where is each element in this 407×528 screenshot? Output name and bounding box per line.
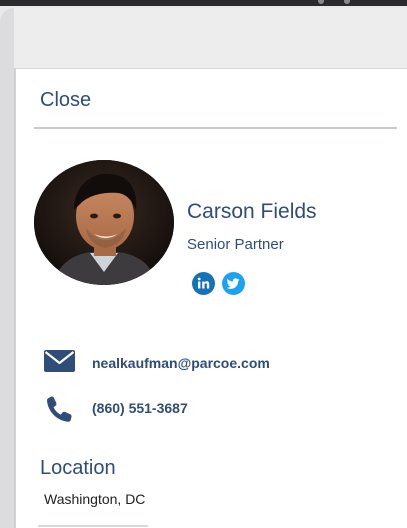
profile-panel: Close Carson Fields Senior Partner nealk… — [15, 68, 407, 528]
avatar — [34, 160, 174, 285]
phone-icon — [44, 395, 74, 428]
status-dot — [318, 0, 324, 4]
close-link[interactable]: Close — [40, 89, 91, 112]
person-title: Senior Partner — [187, 236, 284, 253]
linkedin-icon[interactable] — [192, 272, 215, 295]
divider — [38, 525, 148, 527]
phone-link[interactable]: (860) 551-3687 — [92, 400, 188, 416]
envelope-icon — [44, 350, 75, 377]
location-heading: Location — [40, 457, 116, 479]
status-dot — [344, 0, 350, 4]
email-link[interactable]: nealkaufman@parcoe.com — [92, 355, 270, 371]
top-status-bar — [0, 0, 407, 6]
location-value: Washington, DC — [44, 491, 146, 507]
person-name: Carson Fields — [187, 200, 317, 223]
person-photo — [34, 160, 174, 285]
device-frame-edge — [0, 8, 15, 528]
divider — [34, 127, 397, 129]
backdrop — [14, 8, 407, 68]
twitter-icon[interactable] — [222, 272, 245, 295]
